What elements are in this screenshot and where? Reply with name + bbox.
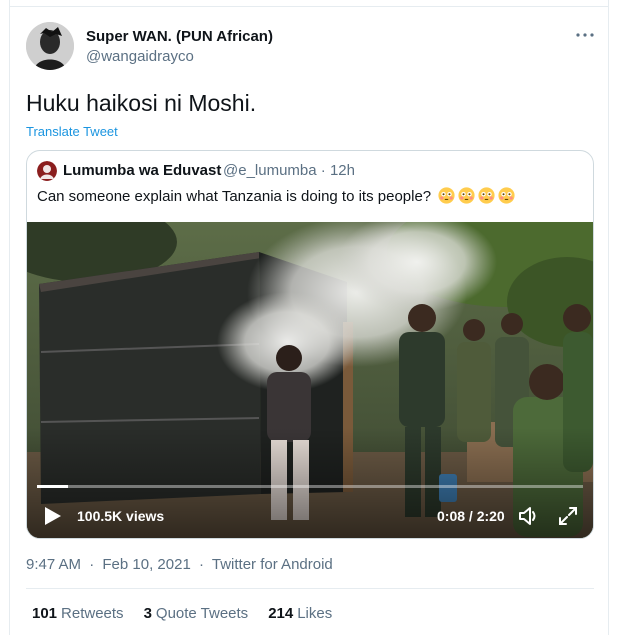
quote-tweets-count: 3 (143, 605, 152, 622)
video-player[interactable]: 100.5K views 0:08 / 2:20 (27, 222, 593, 538)
quoted-tweet-body: Can someone explain what Tanzania is doi… (37, 188, 432, 205)
likes-count: 214 (268, 605, 294, 622)
quoted-author-avatar (37, 161, 57, 181)
author-handle[interactable]: @wangaidrayco (86, 48, 194, 65)
video-time-readout: 0:08 / 2:20 (437, 508, 505, 524)
retweets-stat[interactable]: 101 Retweets (32, 605, 124, 622)
author-avatar[interactable] (26, 22, 74, 70)
tweet-time[interactable]: 9:47 AM (26, 556, 81, 573)
fullscreen-icon (559, 507, 577, 525)
top-divider (9, 6, 609, 7)
play-icon (45, 507, 61, 525)
flushed-face-icon (478, 187, 495, 204)
quoted-author-name: Lumumba wa Eduvast (63, 162, 222, 179)
video-frame-image (27, 222, 593, 538)
tweet-meta: 9:47 AM · Feb 10, 2021 · Twitter for And… (26, 556, 333, 573)
retweets-count: 101 (32, 605, 58, 622)
video-progress-fill (37, 485, 69, 488)
quoted-age: 12h (329, 162, 355, 179)
quoted-tweet-text: Can someone explain what Tanzania is doi… (37, 187, 515, 205)
fullscreen-button[interactable] (557, 505, 579, 527)
quote-tweets-label: Quote Tweets (155, 605, 249, 622)
video-view-count: 100.5K views (77, 508, 165, 524)
flushed-face-icon (498, 187, 515, 204)
play-button[interactable] (43, 505, 63, 527)
quoted-separator: · (320, 162, 326, 179)
quoted-author-meta: @e_lumumba · 12h (223, 162, 355, 179)
likes-label: Likes (297, 605, 333, 622)
tweet-date[interactable]: Feb 10, 2021 (102, 556, 190, 573)
translate-tweet-link[interactable]: Translate Tweet (26, 124, 118, 139)
likes-stat[interactable]: 214 Likes (268, 605, 332, 622)
meta-separator: · (89, 556, 95, 573)
more-options-icon[interactable] (574, 24, 596, 46)
meta-separator: · (198, 556, 204, 573)
tweet-source[interactable]: Twitter for Android (212, 556, 333, 573)
volume-button[interactable] (517, 505, 541, 527)
quote-tweets-stat[interactable]: 3 Quote Tweets (144, 605, 249, 622)
author-avatar-image (26, 22, 74, 70)
flushed-face-icon (458, 187, 475, 204)
tweet-stats: 101 Retweets 3 Quote Tweets 214 Likes (32, 605, 352, 622)
tweet-text: Huku haikosi ni Moshi. (26, 90, 257, 116)
retweets-label: Retweets (61, 605, 124, 622)
volume-icon (519, 507, 536, 525)
author-name[interactable]: Super WAN. (PUN African) (86, 28, 273, 45)
meta-divider (26, 588, 594, 589)
quoted-tweet-card[interactable]: Lumumba wa Eduvast @e_lumumba · 12h Can … (26, 150, 594, 539)
quoted-author-handle: @e_lumumba (223, 162, 317, 179)
flushed-face-icon (438, 187, 455, 204)
video-progress-bar[interactable] (37, 485, 583, 488)
